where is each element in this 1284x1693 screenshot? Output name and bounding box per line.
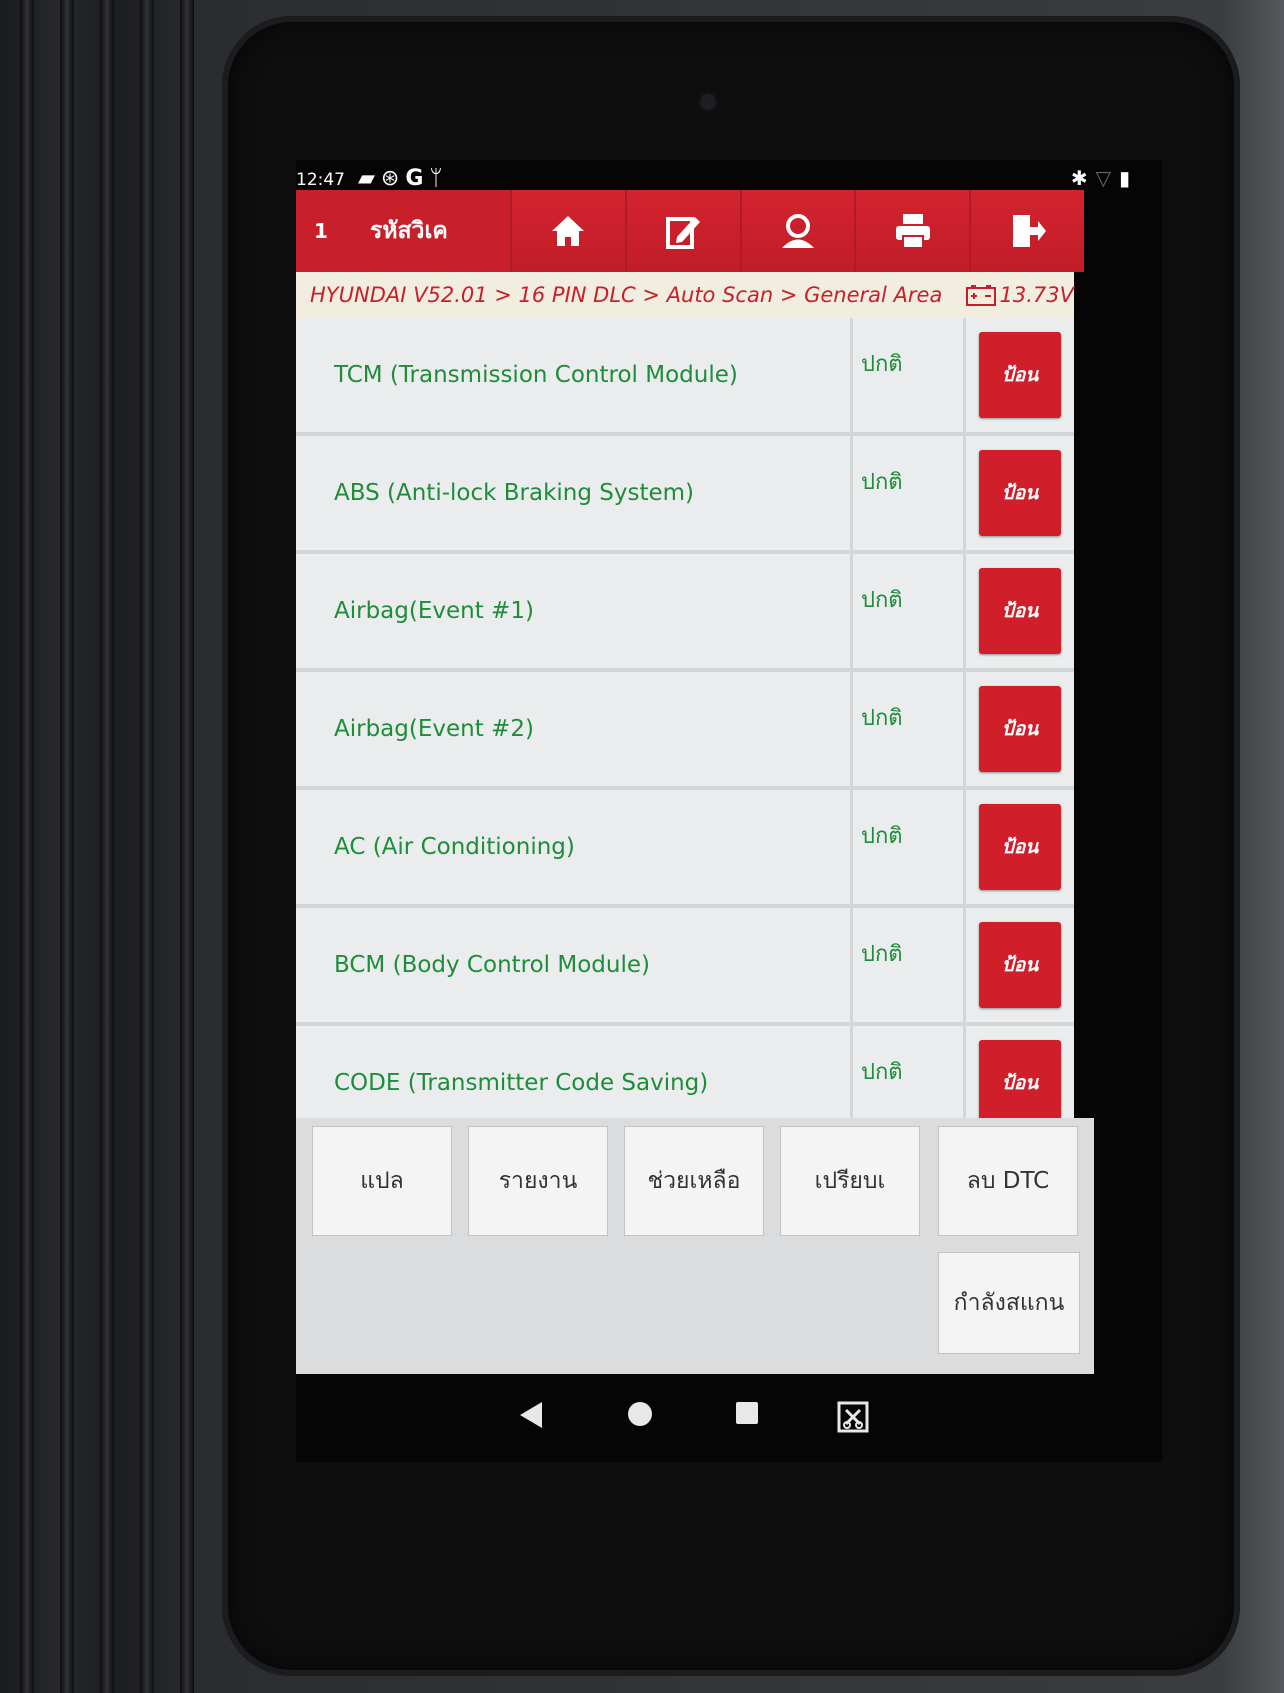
module-name: Airbag(Event #2) bbox=[296, 672, 850, 786]
module-status: ปกติ bbox=[853, 436, 963, 550]
module-status: ปกติ bbox=[853, 790, 963, 904]
enter-button[interactable]: ป้อน bbox=[979, 332, 1061, 418]
status-left-icons: ▰⊛Gᛘ bbox=[358, 166, 449, 191]
voltage-indicator: 13.73V bbox=[965, 283, 1074, 307]
status-bar: 12:47 ▰⊛Gᛘ ✱▽▮ bbox=[296, 160, 1162, 191]
back-icon[interactable] bbox=[518, 1400, 544, 1430]
scanning-button[interactable]: กำลังสแกน bbox=[938, 1252, 1080, 1354]
device-grip-ribs bbox=[20, 0, 220, 1693]
table-row: AC (Air Conditioning) ปกติ ป้อน bbox=[296, 790, 1074, 908]
wifi-icon: ▽ bbox=[1095, 166, 1119, 190]
enter-button[interactable]: ป้อน bbox=[979, 686, 1061, 772]
module-status: ปกติ bbox=[853, 672, 963, 786]
table-row: BCM (Body Control Module) ปกติ ป้อน bbox=[296, 908, 1074, 1026]
tablet-screen: 12:47 ▰⊛Gᛘ ✱▽▮ 1 รหัสวิเค HYUNDAI V52.01… bbox=[296, 160, 1162, 1462]
user-icon bbox=[781, 214, 814, 248]
status-time: 12:47 bbox=[296, 170, 345, 190]
module-status: ปกติ bbox=[853, 1026, 963, 1118]
bottom-action-bar: แปล รายงาน ช่วยเหลือ เปรียบเ ลบ DTC กำลั… bbox=[296, 1118, 1094, 1374]
module-name: TCM (Transmission Control Module) bbox=[296, 318, 850, 432]
translate-button[interactable]: แปล bbox=[312, 1126, 452, 1236]
battery-voltage-icon bbox=[965, 285, 996, 306]
module-name: ABS (Anti-lock Braking System) bbox=[296, 436, 850, 550]
module-status: ปกติ bbox=[853, 908, 963, 1022]
print-button[interactable] bbox=[854, 190, 970, 272]
enter-button[interactable]: ป้อน bbox=[979, 922, 1061, 1008]
enter-button[interactable]: ป้อน bbox=[979, 568, 1061, 654]
edit-button[interactable] bbox=[624, 190, 740, 272]
enter-button[interactable]: ป้อน bbox=[979, 1040, 1061, 1118]
module-name: AC (Air Conditioning) bbox=[296, 790, 850, 904]
module-name: CODE (Transmitter Code Saving) bbox=[296, 1026, 850, 1118]
edit-icon bbox=[666, 217, 701, 249]
google-icon: G bbox=[405, 166, 430, 191]
report-button[interactable]: รายงาน bbox=[468, 1126, 608, 1236]
front-camera bbox=[700, 94, 716, 110]
enter-button[interactable]: ป้อน bbox=[979, 804, 1061, 890]
home-circle-icon[interactable] bbox=[626, 1400, 654, 1428]
menu-number[interactable]: 1 bbox=[296, 190, 338, 272]
module-table: TCM (Transmission Control Module) ปกติ ป… bbox=[296, 318, 1074, 1118]
home-button[interactable] bbox=[510, 190, 625, 272]
top-toolbar: 1 รหัสวิเค bbox=[296, 190, 1084, 272]
user-button[interactable] bbox=[739, 190, 855, 272]
table-row: Airbag(Event #1) ปกติ ป้อน bbox=[296, 554, 1074, 672]
compare-button[interactable]: เปรียบเ bbox=[780, 1126, 920, 1236]
gallery-icon: ▰ bbox=[358, 166, 381, 191]
enter-button[interactable]: ป้อน bbox=[979, 450, 1061, 536]
table-row: ABS (Anti-lock Braking System) ปกติ ป้อน bbox=[296, 436, 1074, 554]
table-row: TCM (Transmission Control Module) ปกติ ป… bbox=[296, 318, 1074, 436]
exit-icon bbox=[1012, 215, 1046, 247]
stethoscope-icon: ᛘ bbox=[429, 166, 449, 191]
module-name: BCM (Body Control Module) bbox=[296, 908, 850, 1022]
breadcrumb-path: HYUNDAI V52.01 > 16 PIN DLC > Auto Scan … bbox=[310, 283, 950, 307]
accessibility-icon: ⊛ bbox=[380, 166, 406, 191]
recents-icon[interactable] bbox=[734, 1400, 760, 1426]
battery-icon: ▮ bbox=[1118, 166, 1138, 190]
module-name: Airbag(Event #1) bbox=[296, 554, 850, 668]
clear-dtc-button[interactable]: ลบ DTC bbox=[938, 1126, 1078, 1236]
print-icon bbox=[895, 214, 930, 249]
screenshot-icon[interactable] bbox=[836, 1400, 870, 1434]
breadcrumb: HYUNDAI V52.01 > 16 PIN DLC > Auto Scan … bbox=[296, 272, 1074, 318]
status-right-icons: ✱▽▮ bbox=[1071, 166, 1138, 190]
voltage-value: 13.73V bbox=[999, 283, 1074, 307]
module-status: ปกติ bbox=[853, 554, 963, 668]
home-icon bbox=[552, 216, 585, 246]
module-status: ปกติ bbox=[853, 318, 963, 432]
navigation-bar bbox=[296, 1374, 1162, 1462]
page-title: รหัสวิเค bbox=[370, 218, 448, 244]
table-row: Airbag(Event #2) ปกติ ป้อน bbox=[296, 672, 1074, 790]
help-button[interactable]: ช่วยเหลือ bbox=[624, 1126, 764, 1236]
table-row: CODE (Transmitter Code Saving) ปกติ ป้อน bbox=[296, 1026, 1074, 1118]
bluetooth-icon: ✱ bbox=[1070, 166, 1096, 190]
exit-button[interactable] bbox=[969, 190, 1084, 272]
